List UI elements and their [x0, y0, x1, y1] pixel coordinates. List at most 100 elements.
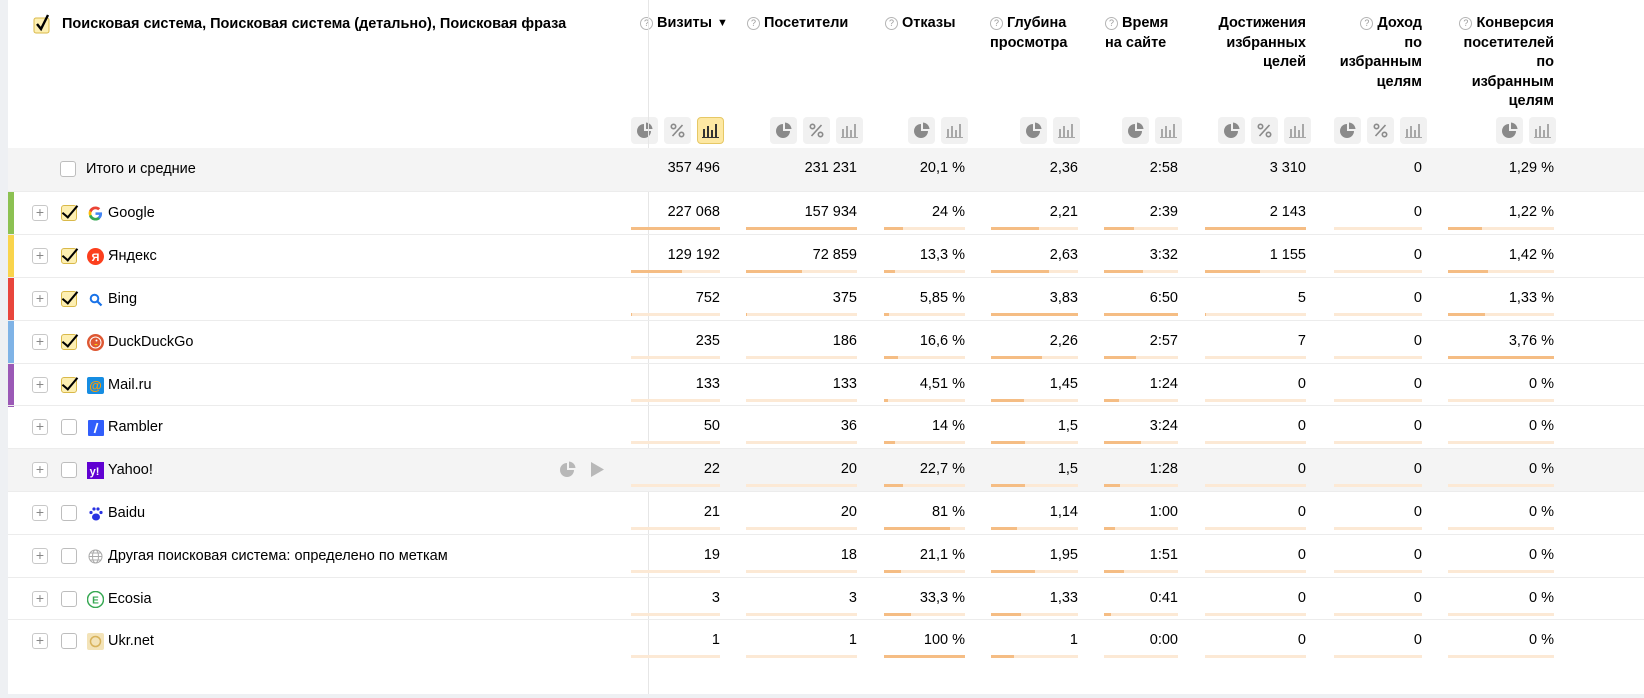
table-row[interactable]: + Baidu 21 20 81 % 1,14 1:00 0 0 0 %	[8, 491, 1644, 534]
expand-icon[interactable]: +	[32, 419, 48, 435]
row-name[interactable]: Bing	[108, 291, 137, 307]
row-checkbox[interactable]	[61, 633, 77, 649]
bar-chart-icon[interactable]	[1155, 117, 1182, 144]
metric-value: 3 310	[1269, 160, 1306, 176]
metric-share-bar-fill	[1104, 484, 1120, 487]
dimension-title[interactable]: Поисковая система, Поисковая система (де…	[62, 15, 566, 33]
row-name[interactable]: Google	[108, 205, 155, 221]
pie-chart-icon[interactable]	[1020, 117, 1047, 144]
table-row[interactable]: + Rambler 50 36 14 % 1,5 3:24 0 0 0 %	[8, 405, 1644, 448]
row-checkbox[interactable]	[61, 462, 77, 478]
pie-chart-icon[interactable]	[908, 117, 935, 144]
metric-share-bar	[1448, 227, 1554, 230]
bar-chart-icon[interactable]	[1284, 117, 1311, 144]
metric-value: 21	[703, 504, 720, 520]
play-icon[interactable]	[590, 461, 605, 481]
row-checkbox[interactable]	[61, 548, 77, 564]
row-checkbox[interactable]	[61, 377, 77, 393]
expand-icon[interactable]: +	[32, 334, 48, 350]
table-row[interactable]: + Ukr.net 1 1 100 % 1 0:00 0 0 0 %	[8, 619, 1644, 662]
bar-chart-icon[interactable]	[836, 117, 863, 144]
bar-chart-icon[interactable]	[1400, 117, 1427, 144]
help-icon[interactable]: ?	[990, 17, 1003, 30]
row-name[interactable]: Другая поисковая система: определено по …	[108, 548, 448, 564]
help-icon[interactable]: ?	[747, 17, 760, 30]
table-row[interactable]: + Я Яндекс 129 192 72 859 13,3 % 2,63 3:32 1 155…	[8, 234, 1644, 278]
expand-icon[interactable]: +	[32, 377, 48, 393]
pie-chart-icon[interactable]	[1122, 117, 1149, 144]
metric-value: 1 155	[1269, 247, 1306, 263]
percent-icon[interactable]	[1251, 117, 1278, 144]
pie-chart-icon[interactable]	[631, 117, 658, 144]
row-name[interactable]: Ecosia	[108, 591, 152, 607]
row-name[interactable]: Rambler	[108, 419, 163, 435]
row-name[interactable]: Яндекс	[108, 248, 157, 264]
table-row[interactable]: + Bing 752 375 5,85 % 3,83 6:50 5 0 1,33 %	[8, 277, 1644, 321]
expand-icon[interactable]: +	[32, 633, 48, 649]
help-icon[interactable]: ?	[640, 17, 653, 30]
bar-chart-icon[interactable]	[1053, 117, 1080, 144]
select-all-checkbox[interactable]	[33, 12, 55, 37]
row-checkbox[interactable]	[61, 505, 77, 521]
table-row[interactable]: + E Ecosia 3 3 33,3 % 1,33 0:41 0 0 0 %	[8, 577, 1644, 620]
expand-icon[interactable]: +	[32, 591, 48, 607]
metric-share-bar	[746, 399, 857, 402]
row-name[interactable]: Yahoo!	[108, 462, 153, 478]
pie-chart-icon[interactable]	[1218, 117, 1245, 144]
percent-icon[interactable]	[664, 117, 691, 144]
bar-chart-icon[interactable]	[697, 117, 724, 144]
column-header-8[interactable]: ? Конверсия посетителей по избранным целям	[1448, 14, 1554, 112]
table-row[interactable]: + DuckDuckGo 235 186 16,6 % 2,26 2:57 7 0 3,76 %	[8, 320, 1644, 364]
pie-chart-icon[interactable]	[1496, 117, 1523, 144]
bar-chart-icon[interactable]	[941, 117, 968, 144]
table-row[interactable]: + @ Mail.ru 133 133 4,51 % 1,45 1:24 0 0 0 %	[8, 363, 1644, 407]
pie-chart-icon[interactable]	[1334, 117, 1361, 144]
row-checkbox[interactable]	[61, 334, 77, 350]
total-row[interactable]: Итого и средние 357 496 231 231 20,1 % 2,36 2…	[8, 148, 1644, 191]
column-chart-controls	[1496, 117, 1556, 144]
row-checkbox[interactable]	[61, 248, 77, 264]
expand-icon[interactable]: +	[32, 248, 48, 264]
row-checkbox[interactable]	[61, 205, 77, 221]
help-icon[interactable]: ?	[1360, 17, 1374, 30]
row-name[interactable]: Baidu	[108, 505, 145, 521]
column-header-4[interactable]: ? Глубина просмотра	[990, 14, 1080, 53]
metric-value: 1,95	[1049, 547, 1078, 563]
help-icon[interactable]: ?	[885, 17, 898, 30]
column-header-7[interactable]: ? Доход по избранным целям	[1328, 14, 1422, 92]
bar-chart-icon[interactable]	[1529, 117, 1556, 144]
expand-icon[interactable]: +	[32, 548, 48, 564]
row-checkbox[interactable]	[61, 419, 77, 435]
expand-icon[interactable]: +	[32, 462, 48, 478]
row-name[interactable]: Ukr.net	[108, 633, 154, 649]
row-name[interactable]: Mail.ru	[108, 377, 152, 393]
metric-value: 231 231	[804, 160, 857, 176]
column-header-5[interactable]: ? Время на сайте	[1105, 14, 1185, 53]
column-header-3[interactable]: ? Отказы	[885, 14, 965, 34]
expand-icon[interactable]: +	[32, 205, 48, 221]
column-header-2[interactable]: ? Посетители	[747, 14, 857, 34]
pie-chart-icon[interactable]	[559, 461, 576, 481]
help-icon[interactable]: ?	[1105, 17, 1118, 30]
metric-share-bar-fill	[1448, 227, 1482, 230]
table-row[interactable]: + y! Yahoo! 22 20 22,7 % 1,5 1:28 0 0 0 %	[8, 448, 1644, 491]
row-checkbox[interactable]	[61, 291, 77, 307]
expand-icon[interactable]: +	[32, 505, 48, 521]
google-logo-icon	[87, 205, 104, 222]
expand-icon[interactable]: +	[32, 291, 48, 307]
metric-value: 0	[1297, 590, 1306, 606]
column-header-6[interactable]: Достижения избранных целей	[1206, 14, 1306, 73]
sort-desc-icon[interactable]: ▼	[717, 17, 728, 29]
column-chart-controls	[770, 117, 863, 144]
percent-icon[interactable]	[1367, 117, 1394, 144]
row-checkbox[interactable]	[61, 591, 77, 607]
column-header-1[interactable]: ? Визиты ▼	[640, 14, 730, 34]
row-name[interactable]: DuckDuckGo	[108, 334, 193, 350]
help-icon[interactable]: ?	[1459, 17, 1473, 30]
row-checkbox[interactable]	[60, 161, 76, 177]
table-row[interactable]: + Другая поисковая система: определено по…	[8, 534, 1644, 577]
table-row[interactable]: + Google 227 068 157 934 24 % 2,21 2:39 2 143 0 1…	[8, 191, 1644, 235]
pie-chart-icon[interactable]	[770, 117, 797, 144]
percent-icon[interactable]	[803, 117, 830, 144]
metric-value: 133	[832, 376, 857, 392]
